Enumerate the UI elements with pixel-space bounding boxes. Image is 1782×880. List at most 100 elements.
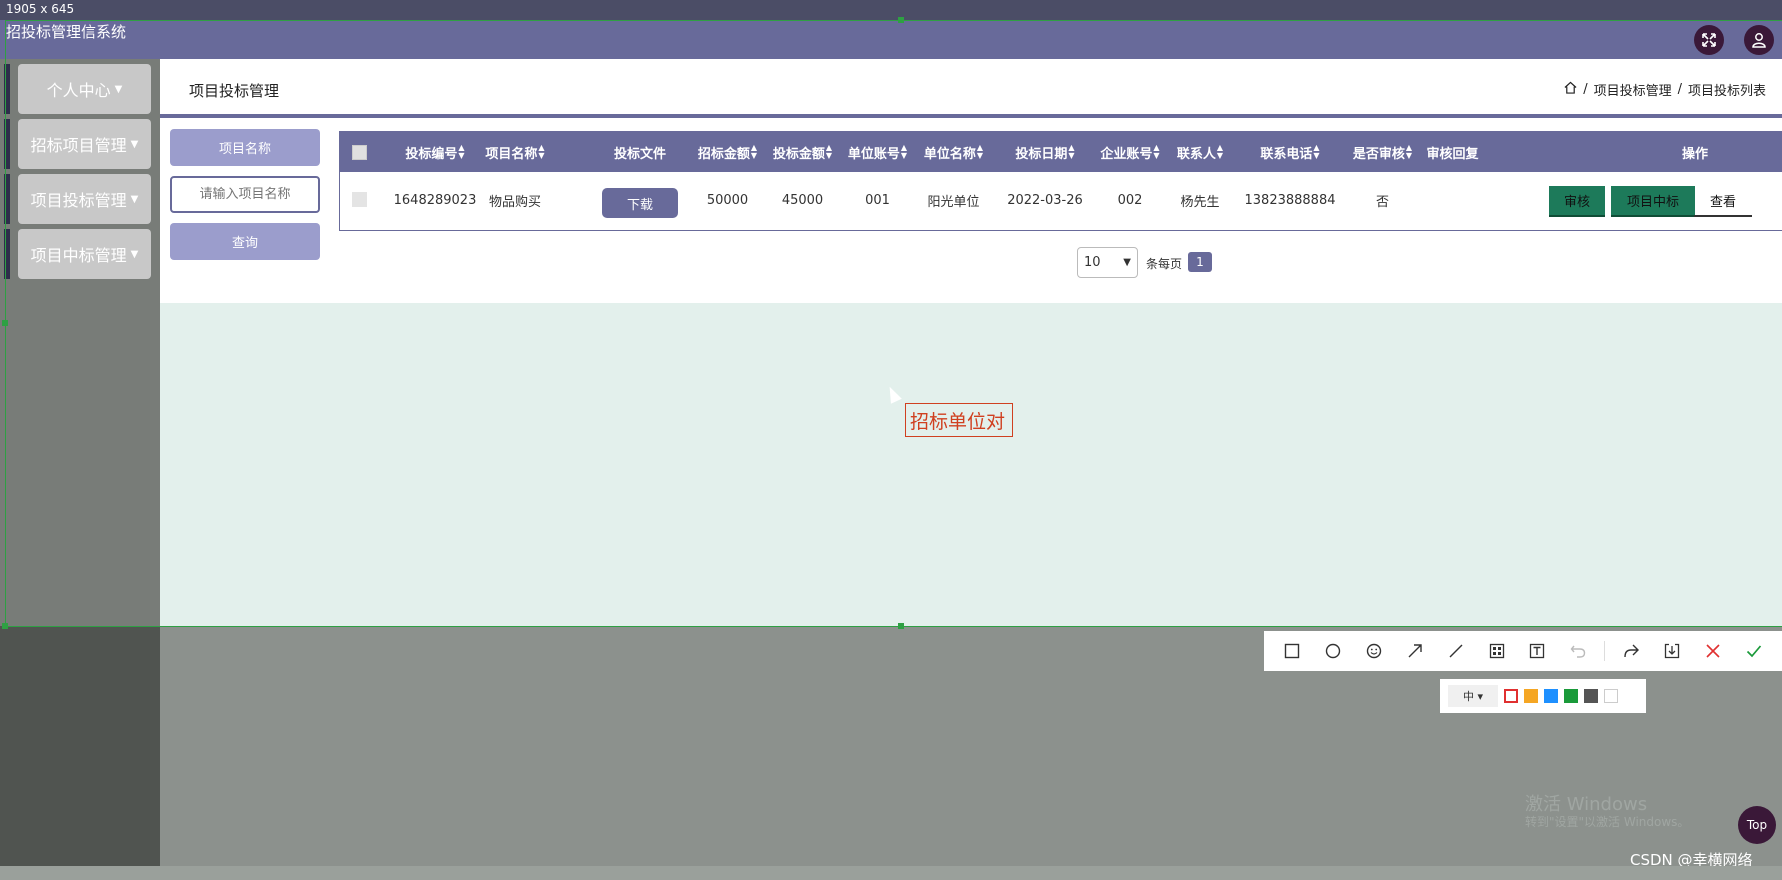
column-header: 审核回复: [1426, 146, 1479, 162]
column-header[interactable]: 单位名称 ▲ ▼: [915, 132, 992, 172]
page-size-select[interactable]: 10 ▼: [1077, 247, 1138, 278]
caret-down-icon: ▼: [130, 138, 139, 150]
text-icon[interactable]: [1522, 636, 1552, 666]
sort-icon: ▲ ▼: [1216, 143, 1224, 160]
emoji-icon[interactable]: [1359, 636, 1389, 666]
close-icon[interactable]: [1698, 636, 1728, 666]
column-header[interactable]: 投标日期 ▲ ▼: [995, 132, 1095, 172]
sort-icon: ▲ ▼: [1313, 143, 1320, 160]
sidebar-item-award-management[interactable]: 项目中标管理 ▼: [18, 229, 151, 279]
breadcrumb-item[interactable]: 项目投标管理: [1594, 80, 1672, 99]
share-icon[interactable]: [1616, 636, 1646, 666]
sidebar-item-label: 招标项目管理: [30, 136, 127, 155]
resize-handle[interactable]: [2, 623, 8, 629]
back-to-top-button[interactable]: Top: [1738, 806, 1776, 844]
rectangle-icon[interactable]: [1277, 636, 1307, 666]
breadcrumb-separator: /: [1583, 82, 1588, 97]
breadcrumb-item: 项目投标列表: [1687, 84, 1766, 99]
caret-down-icon: ▼: [114, 83, 123, 95]
user-icon[interactable]: [1744, 25, 1774, 55]
column-header: 投标文件: [613, 146, 666, 162]
horizontal-scrollbar[interactable]: [0, 866, 1782, 880]
arrow-icon[interactable]: [1400, 636, 1430, 666]
cell-bid-date: 2022-03-26: [1007, 193, 1083, 208]
home-icon[interactable]: [1564, 81, 1577, 98]
cell-review-reply: [1415, 172, 1490, 229]
app-header: 招投标管理信系统: [0, 20, 1782, 59]
breadcrumb-separator: /: [1677, 82, 1682, 97]
cell-reviewed: 否: [1375, 195, 1389, 210]
cell-phone: 13823888884: [1244, 193, 1336, 208]
caret-down-icon: ▼: [130, 193, 139, 205]
ellipse-icon[interactable]: [1318, 636, 1348, 666]
column-header[interactable]: 企业账号 ▲ ▼: [1095, 132, 1165, 172]
cell-bid-amount: 45000: [781, 193, 824, 208]
resize-handle[interactable]: [2, 320, 8, 326]
page-title: 项目投标管理: [189, 82, 280, 100]
chevron-down-icon: ▼: [1123, 257, 1131, 268]
confirm-icon[interactable]: [1739, 636, 1769, 666]
download-button[interactable]: 下载: [602, 188, 678, 218]
cell-company-account: 002: [1117, 193, 1143, 208]
column-header[interactable]: 联系电话 ▲ ▼: [1235, 132, 1345, 172]
font-size-select[interactable]: 中 ▾: [1448, 685, 1498, 707]
mosaic-icon[interactable]: [1482, 636, 1512, 666]
app-title: 招投标管理信系统: [6, 23, 127, 41]
column-header[interactable]: 是否审核 ▲ ▼: [1345, 132, 1420, 172]
text-annotation[interactable]: 招标单位对: [905, 403, 1013, 437]
save-icon[interactable]: [1657, 636, 1687, 666]
column-header[interactable]: 联系人 ▲ ▼: [1165, 132, 1235, 172]
color-swatch-white[interactable]: [1604, 689, 1618, 703]
search-button[interactable]: 查询: [170, 223, 320, 260]
capture-toolbar: [1264, 631, 1782, 671]
line-icon[interactable]: [1441, 636, 1471, 666]
undo-icon[interactable]: [1563, 636, 1593, 666]
resize-handle[interactable]: [898, 623, 904, 629]
column-header[interactable]: 项目名称 ▲ ▼: [470, 132, 560, 172]
column-header[interactable]: 投标编号 ▲ ▼: [390, 132, 480, 172]
capture-info-bar: 1905 x 645: [0, 0, 1782, 20]
award-button[interactable]: 项目中标: [1611, 186, 1695, 217]
caret-down-icon: ▼: [130, 248, 139, 260]
sidebar-item-label: 项目中标管理: [30, 246, 127, 265]
sort-icon: ▲ ▼: [900, 143, 908, 160]
selection-border-top: [5, 20, 1782, 21]
cell-bid-no: 1648289023: [393, 193, 477, 208]
page-number-current[interactable]: 1: [1188, 252, 1212, 272]
column-header[interactable]: 招标金额 ▲ ▼: [690, 132, 765, 172]
row-checkbox[interactable]: [352, 192, 367, 207]
color-swatch-blue[interactable]: [1544, 689, 1558, 703]
sort-icon: ▲ ▼: [1153, 143, 1160, 160]
sidebar-item-personal-center[interactable]: 个人中心 ▼: [18, 64, 151, 114]
per-page-label: 条每页: [1146, 257, 1183, 271]
selection-border-bottom: [5, 626, 1782, 627]
select-all-checkbox[interactable]: [352, 145, 367, 160]
resize-handle[interactable]: [898, 17, 904, 23]
toolbar-divider: [1604, 641, 1606, 661]
sort-icon: ▲ ▼: [825, 143, 833, 160]
column-header[interactable]: 投标金额 ▲ ▼: [765, 132, 840, 172]
color-swatch-gray[interactable]: [1584, 689, 1598, 703]
page-size-value: 10: [1084, 255, 1101, 270]
color-swatch-green[interactable]: [1564, 689, 1578, 703]
sort-icon: ▲ ▼: [1405, 143, 1413, 160]
column-header[interactable]: 单位账号 ▲ ▼: [840, 132, 915, 172]
expand-icon[interactable]: [1694, 25, 1724, 55]
review-button[interactable]: 审核: [1549, 186, 1605, 217]
color-swatch-red[interactable]: [1504, 689, 1518, 703]
breadcrumb: / 项目投标管理 / 项目投标列表: [1564, 80, 1766, 99]
bid-table: 投标编号 ▲ ▼ 项目名称 ▲ ▼ 投标文件 招标金额 ▲ ▼ 投标金额 ▲ ▼ 单位账号 ▲ ▼ …: [339, 131, 1782, 231]
activation-watermark-sub: 转到"设置"以激活 Windows。: [1525, 815, 1690, 829]
sidebar-item-bid-management[interactable]: 项目投标管理 ▼: [18, 174, 151, 224]
sidebar-item-tender-projects[interactable]: 招标项目管理 ▼: [18, 119, 151, 169]
color-swatch-orange[interactable]: [1524, 689, 1538, 703]
cell-project-name: 物品购买: [488, 195, 541, 210]
sidebar: 个人中心 ▼ 招标项目管理 ▼ 项目投标管理 ▼ 项目中标管理 ▼: [0, 59, 160, 880]
search-input[interactable]: [170, 176, 320, 213]
content-panel: 项目投标管理 / 项目投标管理 / 项目投标列表 项目名称 查询 投标编号▲▼ …: [160, 59, 1782, 303]
column-header: 操作: [1681, 146, 1708, 162]
view-button[interactable]: 查看: [1694, 186, 1752, 217]
cell-tender-amount: 50000: [706, 193, 749, 208]
cell-unit-account: 001: [865, 193, 890, 208]
table-header: 投标编号 ▲ ▼ 项目名称 ▲ ▼ 投标文件 招标金额 ▲ ▼ 投标金额 ▲ ▼ 单位账号 ▲ ▼ …: [340, 132, 1782, 172]
